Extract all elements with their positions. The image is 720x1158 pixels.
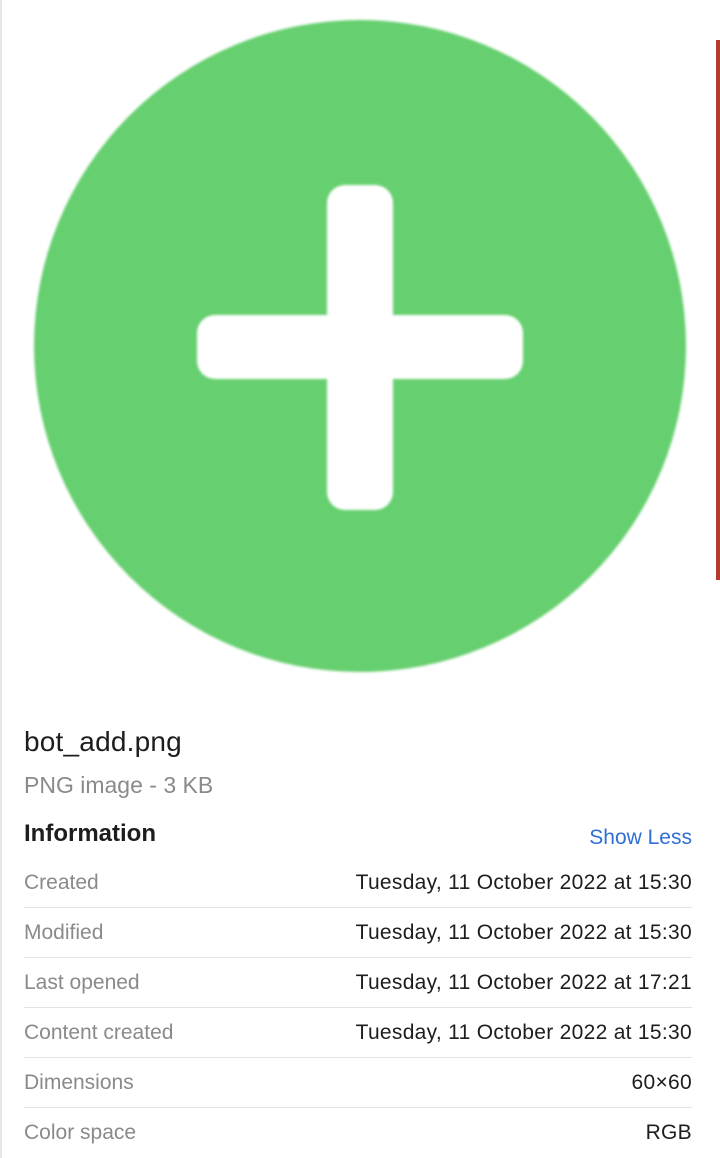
information-header: Information Show Less bbox=[24, 820, 692, 854]
info-value: Tuesday, 11 October 2022 at 15:30 bbox=[355, 871, 692, 894]
info-label: Content created bbox=[24, 1021, 174, 1044]
info-row-color-space: Color space RGB bbox=[24, 1108, 692, 1157]
info-row-modified: Modified Tuesday, 11 October 2022 at 15:… bbox=[24, 908, 692, 958]
file-preview bbox=[34, 20, 686, 672]
info-value: 60×60 bbox=[631, 1071, 692, 1094]
info-label: Color space bbox=[24, 1121, 137, 1144]
info-value: Tuesday, 11 October 2022 at 15:30 bbox=[355, 921, 692, 944]
info-row-last-opened: Last opened Tuesday, 11 October 2022 at … bbox=[24, 958, 692, 1008]
file-kind-size: PNG image - 3 KB bbox=[24, 772, 214, 798]
info-row-dimensions: Dimensions 60×60 bbox=[24, 1058, 692, 1108]
show-less-link[interactable]: Show Less bbox=[589, 826, 692, 850]
info-value: RGB bbox=[645, 1121, 692, 1144]
file-name: bot_add.png bbox=[24, 726, 182, 757]
file-info-panel: bot_add.png PNG image - 3 KB Information… bbox=[0, 0, 716, 1158]
information-title: Information bbox=[24, 820, 156, 847]
information-list: Created Tuesday, 11 October 2022 at 15:3… bbox=[24, 858, 692, 1157]
info-label: Modified bbox=[24, 921, 104, 944]
info-row-created: Created Tuesday, 11 October 2022 at 15:3… bbox=[24, 858, 692, 908]
info-label: Dimensions bbox=[24, 1071, 134, 1094]
info-value: Tuesday, 11 October 2022 at 15:30 bbox=[355, 1021, 692, 1044]
plus-circle-icon bbox=[34, 20, 686, 672]
preview-plus-horizontal bbox=[197, 315, 523, 379]
info-label: Last opened bbox=[24, 971, 140, 994]
info-row-content-created: Content created Tuesday, 11 October 2022… bbox=[24, 1008, 692, 1058]
info-value: Tuesday, 11 October 2022 at 17:21 bbox=[355, 971, 692, 994]
info-label: Created bbox=[24, 871, 99, 894]
window-edge-strip bbox=[716, 40, 720, 580]
